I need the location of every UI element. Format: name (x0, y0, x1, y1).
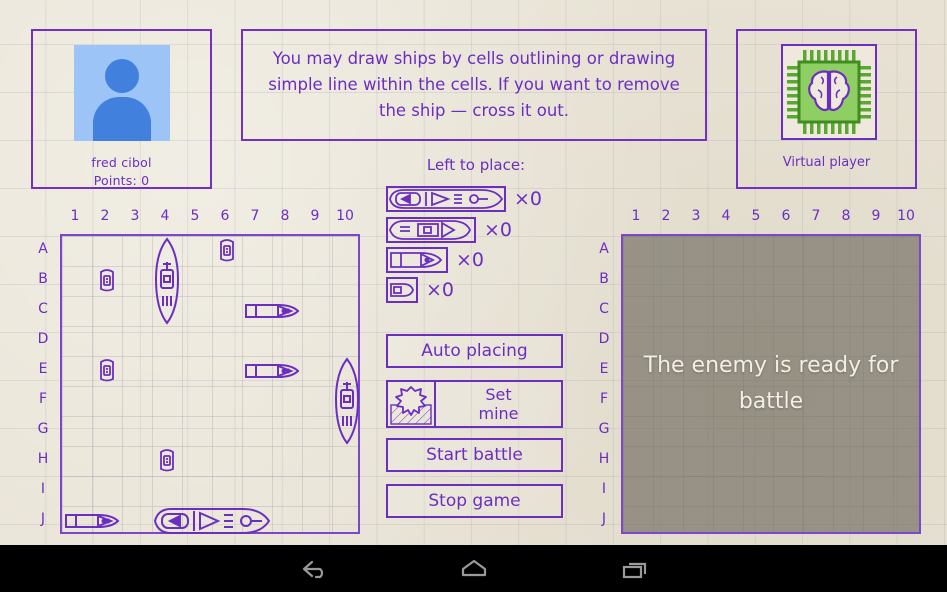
ship-2-at-J1[interactable] (62, 506, 122, 536)
player-card: fred cibol Points: 0 (31, 29, 212, 189)
fleet-title: Left to place: (426, 156, 526, 174)
ship-1-at-E2[interactable] (92, 356, 122, 386)
opponent-label: Virtual player (782, 155, 871, 170)
enemy-row-label-H: H (598, 451, 610, 467)
enemy-row-label-F: F (599, 391, 609, 407)
ship-1-at-B2[interactable] (92, 266, 122, 296)
avatar-head (105, 59, 139, 93)
auto-placing-label: Auto placing (421, 341, 528, 361)
player-name: fred cibol (91, 155, 152, 170)
start-battle-label: Start battle (426, 445, 523, 465)
ship-2-icon (386, 247, 448, 273)
enemy-col-label-4: 4 (721, 208, 731, 224)
ship-3-at-E10[interactable] (332, 356, 362, 446)
enemy-col-label-6: 6 (781, 208, 791, 224)
cpu-brain-icon (781, 44, 877, 140)
enemy-col-label-10: 10 (897, 208, 915, 224)
player-board-column-labels: 1 2 3 4 5 6 7 8 9 10 (60, 208, 360, 234)
player-col-label-10: 10 (336, 208, 354, 224)
stop-game-label: Stop game (428, 491, 521, 511)
enemy-col-label-9: 9 (871, 208, 881, 224)
player-row-label-A: A (38, 241, 48, 257)
ship-1-at-A6[interactable] (212, 236, 242, 266)
player-row-label-I: I (40, 481, 46, 497)
set-mine-label-line1: Set (485, 385, 512, 404)
enemy-row-label-I: I (601, 481, 607, 497)
player-col-label-6: 6 (220, 208, 230, 224)
enemy-status-text: The enemy is ready for battle (643, 353, 899, 414)
set-mine-label-line2: mine (478, 404, 519, 423)
player-row-label-C: C (38, 301, 48, 317)
mine-icon (388, 382, 436, 426)
fleet-row-size-1: ×0 (386, 277, 454, 303)
fleet-count-size-4: ×0 (514, 188, 543, 210)
person-avatar-icon (74, 45, 170, 141)
player-board-row-labels: ABCDEFGHIJ (30, 234, 60, 534)
player-col-label-7: 7 (250, 208, 260, 224)
player-row-label-G: G (37, 421, 49, 437)
back-icon[interactable] (270, 545, 360, 592)
home-icon[interactable] (429, 545, 519, 592)
auto-placing-button[interactable]: Auto placing (386, 334, 563, 368)
enemy-col-label-3: 3 (691, 208, 701, 224)
instruction-box: You may draw ships by cells outlining or… (241, 29, 707, 141)
fleet-row-size-3: ×0 (386, 217, 512, 243)
ship-1-icon (386, 277, 418, 303)
game-screen: fred cibol Points: 0 You may draw ships … (0, 0, 947, 592)
start-battle-button[interactable]: Start battle (386, 438, 563, 472)
ship-1-at-H4[interactable] (152, 446, 182, 476)
enemy-row-label-D: D (598, 331, 610, 347)
player-col-label-8: 8 (280, 208, 290, 224)
enemy-col-label-1: 1 (631, 208, 641, 224)
enemy-col-label-7: 7 (811, 208, 821, 224)
player-row-label-H: H (37, 451, 49, 467)
ship-3-at-A4[interactable] (152, 236, 182, 326)
player-row-label-B: B (38, 271, 48, 287)
instruction-text: You may draw ships by cells outlining or… (268, 49, 680, 120)
ship-2-at-C7[interactable] (242, 296, 302, 326)
player-row-label-F: F (38, 391, 48, 407)
player-col-label-9: 9 (310, 208, 320, 224)
enemy-row-label-C: C (599, 301, 609, 317)
enemy-row-label-G: G (598, 421, 610, 437)
enemy-row-label-E: E (599, 361, 609, 377)
player-board-grid[interactable] (60, 234, 360, 534)
fleet-row-size-4: ×0 (386, 186, 542, 212)
player-row-label-E: E (38, 361, 48, 377)
player-col-label-2: 2 (100, 208, 110, 224)
enemy-board-column-labels: 1 2 3 4 5 6 7 8 9 10 (621, 208, 921, 234)
player-col-label-5: 5 (190, 208, 200, 224)
enemy-col-label-8: 8 (841, 208, 851, 224)
fleet-count-size-3: ×0 (484, 219, 513, 241)
ship-3-icon (386, 217, 476, 243)
opponent-card: Virtual player (736, 29, 917, 189)
enemy-board-overlay: The enemy is ready for battle (623, 236, 919, 532)
enemy-row-label-J: J (601, 511, 607, 527)
enemy-board-grid[interactable]: The enemy is ready for battle (621, 234, 921, 534)
player-row-label-D: D (37, 331, 49, 347)
avatar-body (93, 97, 151, 141)
player-points: Points: 0 (93, 173, 150, 188)
recents-icon[interactable] (590, 545, 680, 592)
ship-2-at-E7[interactable] (242, 356, 302, 386)
fleet-count-size-1: ×0 (426, 279, 455, 301)
player-col-label-1: 1 (70, 208, 80, 224)
enemy-board-row-labels: ABCDEFGHIJ (591, 234, 621, 534)
fleet-count-size-2: ×0 (456, 249, 485, 271)
player-col-label-3: 3 (130, 208, 140, 224)
ship-4-at-J4[interactable] (152, 506, 272, 536)
player-col-label-4: 4 (160, 208, 170, 224)
enemy-col-label-2: 2 (661, 208, 671, 224)
android-navigation-bar (0, 545, 947, 592)
enemy-col-label-5: 5 (751, 208, 761, 224)
player-row-label-J: J (40, 511, 46, 527)
set-mine-button[interactable]: Set mine (386, 380, 563, 428)
enemy-row-label-A: A (599, 241, 609, 257)
set-mine-label: Set mine (436, 385, 561, 423)
fleet-row-size-2: ×0 (386, 247, 484, 273)
stop-game-button[interactable]: Stop game (386, 484, 563, 518)
ship-4-icon (386, 186, 506, 212)
enemy-row-label-B: B (599, 271, 609, 287)
